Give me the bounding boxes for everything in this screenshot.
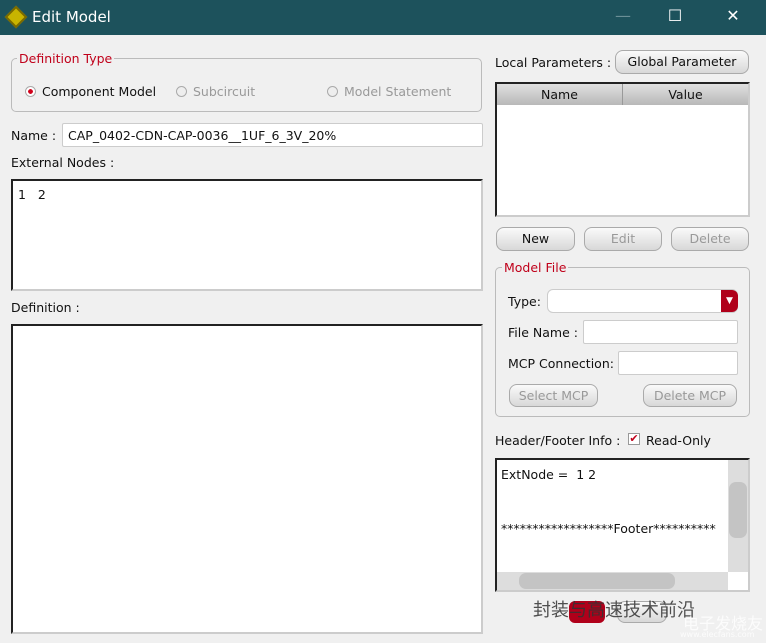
name-input[interactable]: CAP_0402-CDN-CAP-0036__1UF_6_3V_20% [62,123,483,147]
radio-model-statement [327,86,338,97]
vertical-scrollbar[interactable] [728,460,748,572]
header-footer-textarea[interactable]: ExtNode = 1 2 ******************Footer**… [495,458,750,592]
subcircuit-label: Subcircuit [193,84,256,99]
read-only-checkbox[interactable]: ✔ [628,433,640,445]
horizontal-scrollbar[interactable] [497,572,728,590]
new-button[interactable]: New [496,227,575,251]
file-name-input[interactable] [583,320,738,344]
delete-button: Delete [671,227,749,251]
definition-label: Definition : [11,300,80,315]
watermark-text: 封装与高速技术前沿 [533,600,695,621]
mcp-connection-label: MCP Connection: [508,356,614,371]
local-parameters-table: Name Value [495,82,750,217]
global-parameter-button[interactable]: Global Parameter [615,50,749,74]
watermark-url: www.elecfans.com [680,630,755,639]
read-only-label[interactable]: Read-Only [646,433,711,448]
select-mcp-button: Select MCP [509,384,598,407]
footer-line: ******************Footer********** [501,521,716,536]
app-logo-icon [4,5,28,29]
maximize-button[interactable]: ☐ [660,6,690,28]
local-parameters-label: Local Parameters : [495,55,612,70]
name-label: Name : [11,128,57,143]
minimize-button[interactable]: — [608,6,638,28]
type-select[interactable] [547,289,738,313]
delete-mcp-button: Delete MCP [643,384,737,407]
definition-type-legend: Definition Type [17,51,115,66]
horizontal-scroll-thumb[interactable] [519,573,675,589]
header-line: ExtNode = 1 2 [501,467,597,482]
component-model-label[interactable]: Component Model [42,84,156,99]
vertical-scroll-thumb[interactable] [729,482,747,538]
window-title: Edit Model [32,8,111,26]
external-nodes-textarea[interactable]: 1 2 [11,179,483,291]
mcp-connection-input[interactable] [618,351,738,375]
file-name-label: File Name : [508,325,578,340]
model-file-legend: Model File [502,260,569,275]
radio-subcircuit [176,86,187,97]
close-button[interactable]: ✕ [718,6,748,28]
header-footer-label: Header/Footer Info : [495,433,621,448]
chevron-down-icon[interactable]: ▼ [721,290,738,312]
radio-component-model[interactable] [25,86,36,97]
edit-button: Edit [584,227,662,251]
title-bar: Edit Model — ☐ ✕ [0,0,766,35]
model-statement-label: Model Statement [344,84,452,99]
column-header-value[interactable]: Value [623,84,748,105]
definition-textarea[interactable] [11,324,483,634]
external-nodes-label: External Nodes : [11,155,115,170]
type-label: Type: [508,294,541,309]
column-header-name[interactable]: Name [497,84,623,105]
